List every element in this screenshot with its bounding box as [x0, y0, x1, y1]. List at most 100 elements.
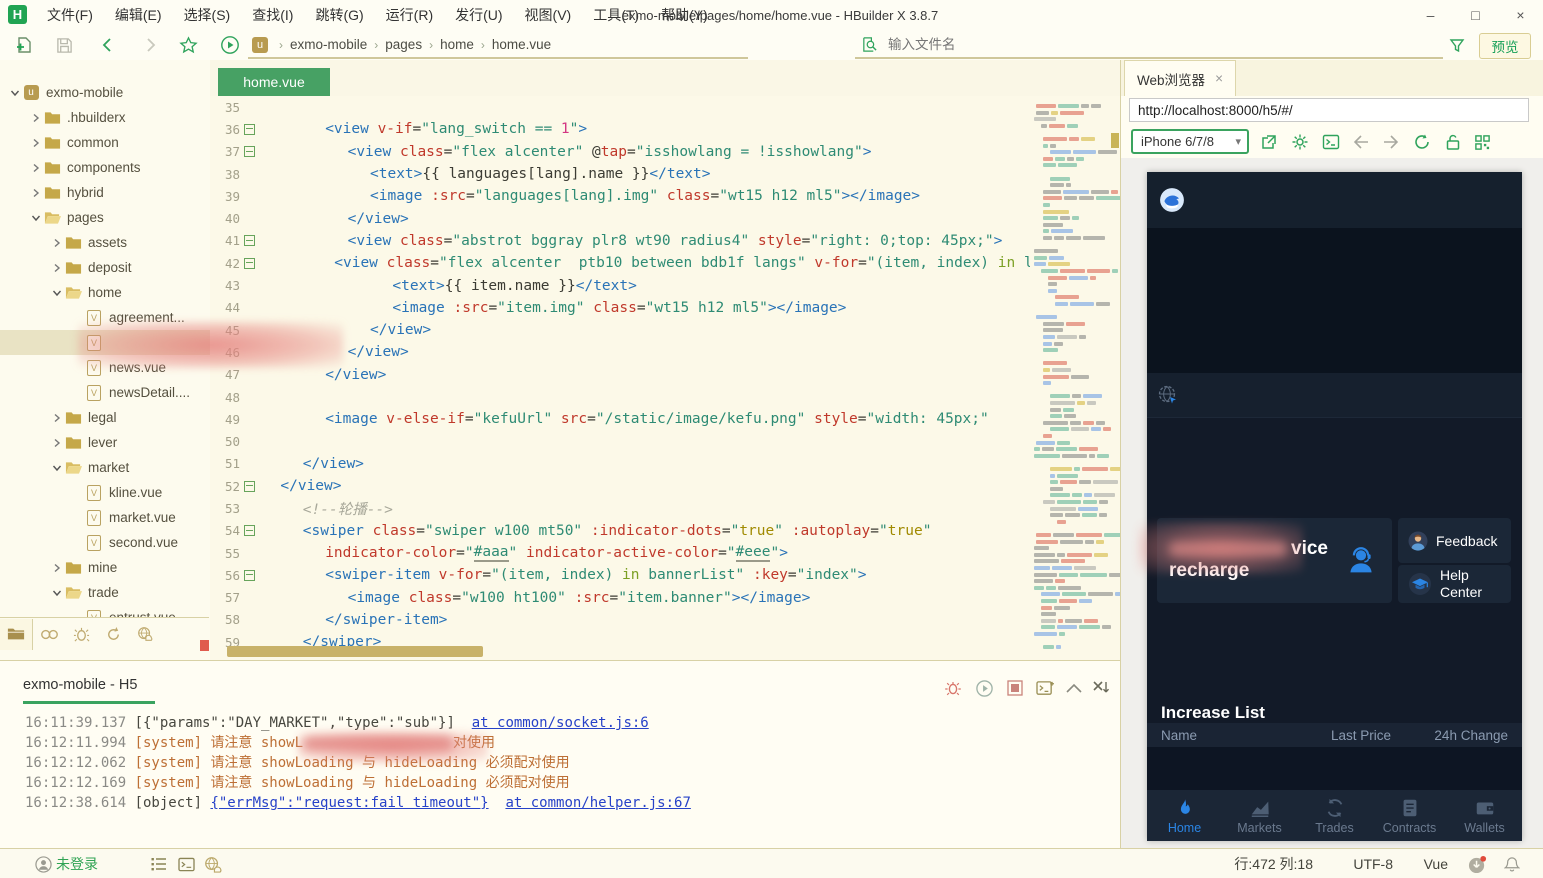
horizontal-scrollbar[interactable] — [227, 646, 483, 657]
filter-icon[interactable] — [1445, 33, 1469, 57]
fold-marker-icon[interactable] — [240, 235, 258, 247]
tree-item-trade[interactable]: trade — [0, 580, 210, 605]
chevron-right-icon[interactable] — [29, 186, 43, 200]
log-link[interactable]: at common/socket.js:6 — [472, 715, 649, 731]
browser-tab[interactable]: Web浏览器 × — [1124, 60, 1236, 96]
refresh-tab-icon[interactable] — [97, 619, 129, 650]
log-link[interactable]: at common/helper.js:67 — [505, 795, 690, 811]
new-terminal-icon[interactable] — [1034, 677, 1056, 699]
tree-item-exmo-mobile[interactable]: u exmo-mobile — [0, 80, 210, 105]
save-icon[interactable] — [52, 33, 76, 57]
refresh-icon[interactable] — [1411, 131, 1433, 153]
fold-marker-icon[interactable] — [240, 525, 258, 537]
code-area[interactable]: 35 36 <view v-if = "lang_switch == 1 " >37 <vie… — [210, 96, 1120, 660]
chevron-down-icon[interactable] — [8, 86, 22, 100]
tree-item-hybrid[interactable]: hybrid — [0, 180, 210, 205]
chevron-down-icon[interactable] — [29, 211, 43, 225]
menu-item-3[interactable]: 查找(I) — [241, 0, 304, 30]
run-icon[interactable] — [218, 33, 242, 57]
minimap-indicator[interactable] — [1111, 133, 1119, 148]
chevron-right-icon[interactable] — [29, 136, 43, 150]
stop-icon[interactable] — [1004, 677, 1026, 699]
restart-icon[interactable] — [973, 677, 995, 699]
cloud-sync-icon[interactable] — [202, 853, 224, 875]
back-icon[interactable] — [96, 33, 120, 57]
chevron-right-icon[interactable] — [50, 411, 64, 425]
terminal-status-icon[interactable] — [175, 853, 197, 875]
forward-icon[interactable] — [138, 33, 162, 57]
tree-item-market.vue[interactable]: Vmarket.vue — [0, 505, 210, 530]
browser-tab-close-icon[interactable]: × — [1215, 71, 1223, 86]
editor-tab-home-vue[interactable]: home.vue — [218, 68, 330, 96]
fold-marker-icon[interactable] — [240, 146, 258, 158]
tree-item-kline.vue[interactable]: Vkline.vue — [0, 480, 210, 505]
menu-item-4[interactable]: 跳转(G) — [304, 0, 374, 30]
service-recharge-card[interactable]: vice recharge — [1157, 518, 1392, 603]
preview-button[interactable]: 预览 — [1479, 33, 1531, 59]
tree-item-mine[interactable]: mine — [0, 555, 210, 580]
tree-item-redacted[interactable]: V — [0, 330, 210, 355]
minimize-button[interactable]: – — [1408, 0, 1453, 30]
menu-item-6[interactable]: 发行(U) — [444, 0, 513, 30]
fold-marker-icon[interactable] — [240, 257, 258, 269]
breadcrumb-item-1[interactable]: pages — [385, 37, 422, 52]
open-external-icon[interactable] — [1258, 131, 1280, 153]
chevron-down-icon[interactable] — [50, 586, 64, 600]
nav-item-wallets[interactable]: Wallets — [1447, 790, 1522, 841]
minimap[interactable] — [1030, 96, 1136, 660]
maximize-button[interactable]: □ — [1453, 0, 1498, 30]
fold-marker-icon[interactable] — [240, 123, 258, 135]
debug-bug-icon[interactable] — [942, 677, 964, 699]
settings-gear-icon[interactable] — [1289, 131, 1311, 153]
device-selector[interactable]: iPhone 6/7/8 ▾ — [1131, 129, 1249, 154]
nav-item-contracts[interactable]: Contracts — [1372, 790, 1447, 841]
clear-console-icon[interactable] — [1090, 677, 1112, 699]
menu-item-2[interactable]: 选择(S) — [173, 0, 242, 30]
menu-item-1[interactable]: 编辑(E) — [104, 0, 173, 30]
bookmark-star-icon[interactable] — [176, 33, 200, 57]
app-avatar-icon[interactable] — [1159, 187, 1185, 213]
nav-item-trades[interactable]: Trades — [1297, 790, 1372, 841]
tree-item-second.vue[interactable]: Vsecond.vue — [0, 530, 210, 555]
breadcrumb-item-3[interactable]: home.vue — [492, 37, 551, 52]
outline-list-icon[interactable] — [148, 853, 170, 875]
breadcrumb-item-0[interactable]: exmo-mobile — [290, 37, 367, 52]
file-search-input[interactable] — [886, 36, 1370, 53]
search-tab-icon[interactable] — [33, 619, 65, 650]
file-search-box[interactable] — [855, 32, 1443, 59]
debug-tab-icon[interactable] — [65, 619, 97, 650]
menu-item-0[interactable]: 文件(F) — [36, 0, 104, 30]
url-input[interactable]: http://localhost:8000/h5/#/ — [1129, 98, 1529, 122]
notice-bar[interactable] — [1147, 373, 1522, 418]
tree-item-legal[interactable]: legal — [0, 405, 210, 430]
tree-item-agreement...[interactable]: Vagreement... — [0, 305, 210, 330]
nav-back-icon[interactable] — [1350, 131, 1372, 153]
nav-item-home[interactable]: Home — [1147, 790, 1222, 841]
chevron-right-icon[interactable] — [50, 561, 64, 575]
chevron-down-icon[interactable] — [50, 461, 64, 475]
chevron-right-icon[interactable] — [50, 236, 64, 250]
collapse-panel-icon[interactable] — [1063, 677, 1085, 699]
help-center-card[interactable]: Help Center — [1398, 565, 1511, 603]
tree-item-entrust.vue[interactable]: Ventrust.vue — [0, 605, 210, 617]
tree-item-assets[interactable]: assets — [0, 230, 210, 255]
tree-item-deposit[interactable]: deposit — [0, 255, 210, 280]
lock-icon[interactable] — [1442, 131, 1464, 153]
fold-marker-icon[interactable] — [240, 569, 258, 581]
chevron-right-icon[interactable] — [29, 161, 43, 175]
chevron-right-icon[interactable] — [50, 261, 64, 275]
tree-item-home[interactable]: home — [0, 280, 210, 305]
tree-item-.hbuilderx[interactable]: .hbuilderx — [0, 105, 210, 130]
login-status[interactable]: 未登录 — [56, 849, 98, 878]
nav-item-markets[interactable]: Markets — [1222, 790, 1297, 841]
qr-code-icon[interactable] — [1471, 131, 1493, 153]
tree-item-lever[interactable]: lever — [0, 430, 210, 455]
cloud-globe-tab-icon[interactable] — [129, 619, 161, 650]
tree-item-news.vue[interactable]: Vnews.vue — [0, 355, 210, 380]
console-terminal-icon[interactable] — [1320, 131, 1342, 153]
language-mode[interactable]: Vue — [1424, 849, 1448, 878]
close-button[interactable]: × — [1498, 0, 1543, 30]
explorer-tab-icon[interactable] — [0, 618, 33, 650]
banner-carousel[interactable] — [1147, 228, 1522, 373]
nav-forward-icon[interactable] — [1380, 131, 1402, 153]
